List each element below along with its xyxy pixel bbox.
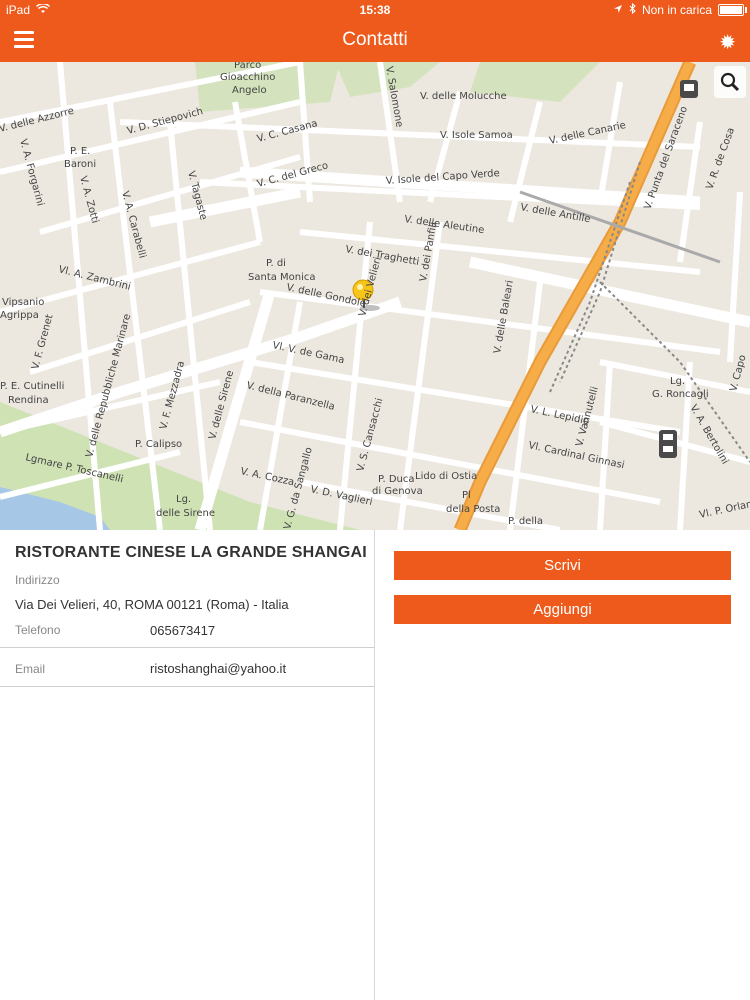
map-label: Lg. xyxy=(670,376,685,387)
map-view[interactable]: Parco Gioacchino Angelo V. Salomone V. d… xyxy=(0,62,750,530)
map-label: Lido di Ostia xyxy=(415,471,477,482)
business-name: RISTORANTE CINESE LA GRANDE SHANGAI xyxy=(15,544,367,561)
search-icon xyxy=(720,72,740,92)
map-label: Angelo xyxy=(232,85,267,96)
map-label: P. di xyxy=(266,258,286,269)
divider xyxy=(0,686,374,687)
actions-panel: Scrivi Aggiungi xyxy=(375,530,750,1000)
map-label: Vipsanio xyxy=(2,297,44,308)
map-label: Parco xyxy=(234,62,261,71)
map-label: V. delle Aleutine xyxy=(404,214,485,236)
map-label: V. dei Traghetti xyxy=(344,244,419,268)
map-label: V. A. Forgarini xyxy=(17,138,45,207)
page-title: Contatti xyxy=(342,29,408,50)
write-button[interactable]: Scrivi xyxy=(394,551,731,580)
map-label: della Posta xyxy=(446,504,500,515)
location-arrow-icon xyxy=(613,3,623,17)
map-label: V. R. de Cosa xyxy=(704,126,737,191)
map-canvas[interactable]: Parco Gioacchino Angelo V. Salomone V. d… xyxy=(0,62,750,530)
map-label: Vl. P. Orlan xyxy=(698,499,750,521)
map-label: V. delle Molucche xyxy=(420,91,507,102)
map-label: P. E. xyxy=(70,146,90,157)
map-label: Santa Monica xyxy=(248,272,316,283)
map-label: P. Calipso xyxy=(135,439,182,450)
map-label: Rendina xyxy=(8,395,49,406)
contact-details: RISTORANTE CINESE LA GRANDE SHANGAI Indi… xyxy=(0,530,375,1000)
status-right: Non in carica xyxy=(613,2,747,17)
map-label: Pl xyxy=(462,490,471,501)
map-label: P. E. Cutinelli xyxy=(0,381,64,392)
map-label: V. A. Bertolini xyxy=(687,403,730,466)
map-label: di Genova xyxy=(372,486,423,497)
map-label: P. della xyxy=(508,516,543,527)
address-value[interactable]: Via Dei Velieri, 40, ROMA 00121 (Roma) -… xyxy=(15,597,289,612)
map-zoom-button[interactable] xyxy=(714,66,746,98)
gear-icon[interactable]: ✹ xyxy=(719,30,736,55)
address-label: Indirizzo xyxy=(15,573,60,587)
map-label: V. S. Cansacchi xyxy=(355,397,385,473)
phone-value[interactable]: 065673417 xyxy=(150,623,215,638)
phone-label: Telefono xyxy=(15,623,61,637)
divider xyxy=(0,647,374,648)
map-label: Baroni xyxy=(64,159,96,170)
email-value[interactable]: ristoshanghai@yahoo.it xyxy=(150,661,286,676)
map-label: Gioacchino xyxy=(220,72,275,83)
bluetooth-icon xyxy=(629,2,636,17)
battery-icon xyxy=(718,4,747,16)
map-label: V. delle Baleari xyxy=(492,280,516,355)
map-label: Vl. V. de Gama xyxy=(271,340,345,366)
email-label: Email xyxy=(15,662,46,676)
status-bar: iPad 15:38 Non in carica xyxy=(0,0,750,20)
map-label: P. Duca xyxy=(378,474,415,485)
nav-bar: Contatti ✹ xyxy=(0,20,750,62)
map-label: G. Roncagli xyxy=(652,389,709,400)
map-label: V. Isole Samoa xyxy=(440,130,513,141)
map-label: Lg. xyxy=(176,494,191,505)
map-label: V. della Paranzella xyxy=(245,380,336,413)
add-contact-button[interactable]: Aggiungi xyxy=(394,595,731,624)
charging-status: Non in carica xyxy=(641,3,712,17)
map-label: delle Sirene xyxy=(156,508,215,519)
map-label: Agrippa xyxy=(0,310,39,321)
